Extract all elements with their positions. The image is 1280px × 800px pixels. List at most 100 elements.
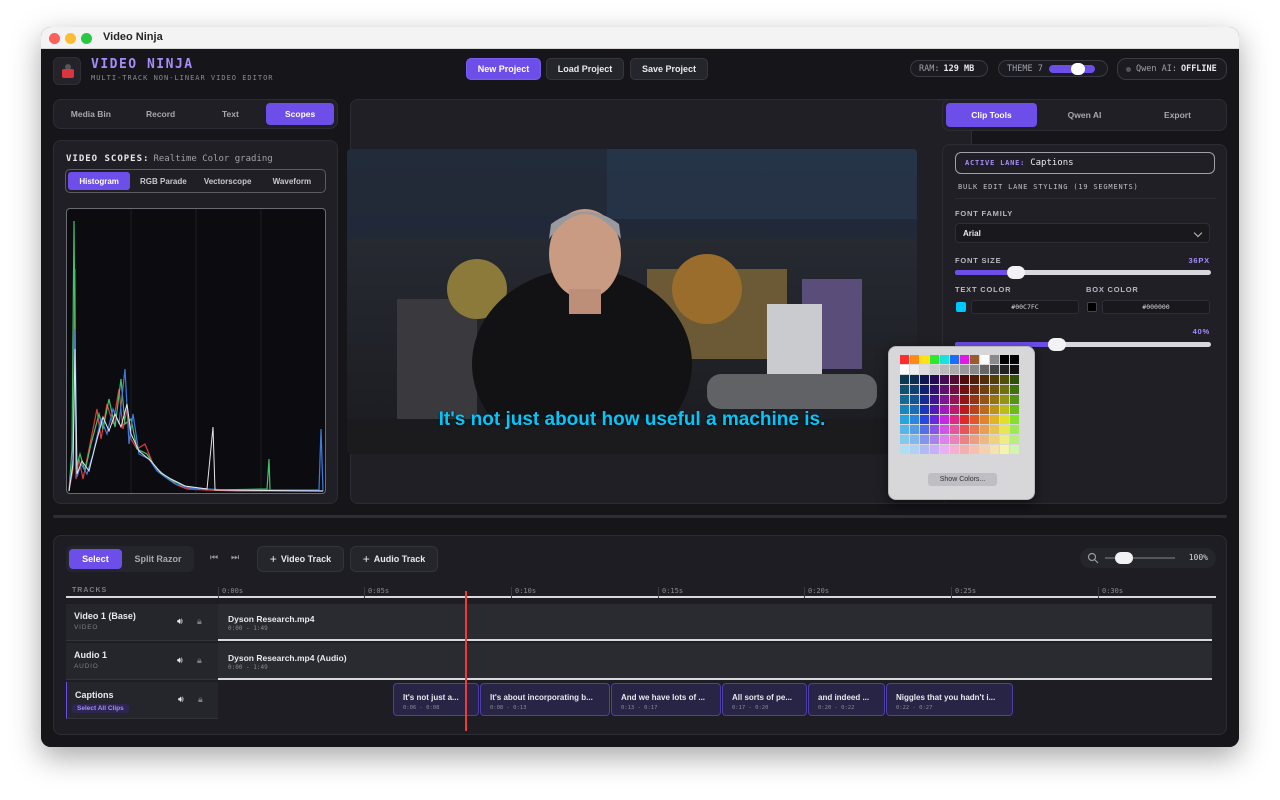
color-swatch[interactable] [930, 365, 939, 374]
color-swatch[interactable] [960, 375, 969, 384]
color-swatch[interactable] [1010, 395, 1019, 404]
close-window-button[interactable] [49, 33, 60, 44]
color-swatch[interactable] [910, 405, 919, 414]
select-all-clips-button[interactable]: Select All Clips [72, 704, 129, 713]
color-swatch[interactable] [910, 425, 919, 434]
tab-record[interactable]: Record [127, 103, 195, 125]
color-swatch[interactable] [1010, 365, 1019, 374]
color-swatch[interactable] [900, 365, 909, 374]
color-swatch[interactable] [970, 365, 979, 374]
color-swatch[interactable] [960, 415, 969, 424]
color-swatch[interactable] [960, 365, 969, 374]
color-swatch[interactable] [900, 425, 909, 434]
color-swatch[interactable] [1010, 425, 1019, 434]
color-swatch[interactable] [920, 415, 929, 424]
tab-clip-tools[interactable]: Clip Tools [946, 103, 1037, 127]
color-swatch[interactable] [950, 375, 959, 384]
color-swatch[interactable] [970, 395, 979, 404]
color-swatch[interactable] [940, 365, 949, 374]
color-swatch[interactable] [1000, 405, 1009, 414]
color-swatch[interactable] [980, 425, 989, 434]
color-swatch[interactable] [910, 365, 919, 374]
color-swatch[interactable] [950, 355, 959, 364]
color-swatch[interactable] [930, 435, 939, 444]
color-swatch[interactable] [980, 415, 989, 424]
minimize-window-button[interactable] [65, 33, 76, 44]
color-swatch[interactable] [940, 425, 949, 434]
playhead[interactable] [465, 591, 467, 731]
save-project-button[interactable]: Save Project [630, 58, 708, 80]
color-swatch[interactable] [950, 435, 959, 444]
color-swatch[interactable] [980, 365, 989, 374]
theme-switch[interactable] [1048, 62, 1095, 75]
lock-icon[interactable]: 🔒︎ [198, 694, 203, 705]
color-swatch[interactable] [900, 375, 909, 384]
speaker-icon[interactable]: 🔊︎ [178, 694, 184, 705]
color-swatch[interactable] [960, 435, 969, 444]
caption-clip[interactable]: Niggles that you hadn't i... 0:22 - 0:27 [886, 683, 1013, 716]
color-swatch[interactable] [1000, 365, 1009, 374]
color-swatch[interactable] [930, 405, 939, 414]
color-swatch[interactable] [970, 425, 979, 434]
color-swatch[interactable] [950, 405, 959, 414]
color-swatch[interactable] [950, 385, 959, 394]
zoom-slider-knob[interactable] [1115, 552, 1133, 564]
color-swatch[interactable] [940, 395, 949, 404]
color-swatch[interactable] [960, 405, 969, 414]
caption-clip[interactable]: It's about incorporating b... 0:08 - 0:13 [480, 683, 610, 716]
color-swatch[interactable] [1010, 375, 1019, 384]
panel-resize-handle[interactable] [53, 515, 1227, 518]
tab-text[interactable]: Text [197, 103, 265, 125]
scope-tab-histogram[interactable]: Histogram [68, 172, 131, 190]
show-colors-button[interactable]: Show Colors... [928, 473, 997, 486]
new-project-button[interactable]: New Project [466, 58, 541, 80]
color-swatch[interactable] [940, 355, 949, 364]
tab-media-bin[interactable]: Media Bin [57, 103, 125, 125]
color-swatch[interactable] [950, 415, 959, 424]
color-swatch[interactable] [1010, 445, 1019, 454]
color-swatch[interactable] [970, 375, 979, 384]
color-swatch[interactable] [920, 405, 929, 414]
color-swatch[interactable] [940, 385, 949, 394]
font-size-slider[interactable] [955, 266, 1211, 279]
color-swatch[interactable] [930, 355, 939, 364]
color-swatch[interactable] [970, 445, 979, 454]
color-swatch[interactable] [940, 445, 949, 454]
add-video-track-button[interactable]: + Video Track [257, 546, 344, 572]
color-swatch[interactable] [900, 385, 909, 394]
color-swatch[interactable] [1000, 385, 1009, 394]
color-swatch[interactable] [950, 365, 959, 374]
color-swatch[interactable] [990, 395, 999, 404]
color-swatch[interactable] [970, 415, 979, 424]
color-swatch[interactable] [910, 435, 919, 444]
tab-scopes[interactable]: Scopes [266, 103, 334, 125]
color-swatch[interactable] [930, 445, 939, 454]
color-swatch[interactable] [930, 385, 939, 394]
color-swatch[interactable] [1000, 435, 1009, 444]
theme-switch-knob[interactable] [1070, 62, 1085, 75]
color-swatch[interactable] [900, 445, 909, 454]
color-swatch[interactable] [930, 425, 939, 434]
color-swatch[interactable] [900, 415, 909, 424]
color-swatch[interactable] [900, 355, 909, 364]
caption-clip[interactable]: All sorts of pe... 0:17 - 0:20 [722, 683, 807, 716]
color-swatch[interactable] [990, 385, 999, 394]
color-swatch[interactable] [980, 355, 989, 364]
color-swatch[interactable] [990, 365, 999, 374]
color-swatch[interactable] [1000, 415, 1009, 424]
color-swatch[interactable] [910, 385, 919, 394]
color-swatch[interactable] [930, 395, 939, 404]
color-swatch[interactable] [930, 375, 939, 384]
color-swatch[interactable] [930, 415, 939, 424]
scope-tab-rgb-parade[interactable]: RGB Parade [132, 172, 194, 190]
color-swatch[interactable] [1000, 445, 1009, 454]
color-swatch[interactable] [910, 445, 919, 454]
color-swatch[interactable] [1000, 355, 1009, 364]
track-header-captions[interactable]: Captions Select All Clips 🔊︎ 🔒︎ [66, 682, 218, 719]
scope-tab-vectorscope[interactable]: Vectorscope [197, 172, 259, 190]
split-razor-button[interactable]: Split Razor [125, 549, 191, 569]
color-swatch[interactable] [960, 395, 969, 404]
tab-qwen-ai[interactable]: Qwen AI [1039, 103, 1130, 127]
color-swatch[interactable] [990, 425, 999, 434]
color-swatch[interactable] [910, 415, 919, 424]
